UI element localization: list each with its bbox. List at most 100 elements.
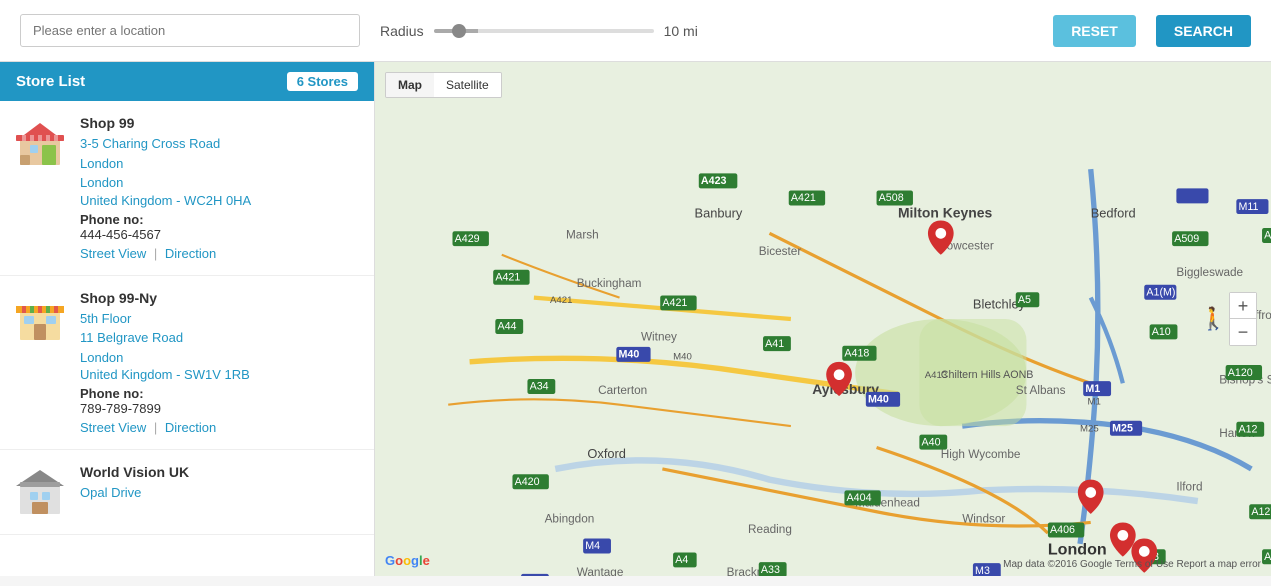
store-phone-2: 789-789-7899 bbox=[80, 401, 362, 416]
radius-value: 10 mi bbox=[664, 23, 704, 39]
svg-text:Bicester: Bicester bbox=[759, 245, 802, 258]
direction-link-2[interactable]: Direction bbox=[165, 420, 216, 435]
store-country-2: United Kingdom - SW1V 1RB bbox=[80, 367, 362, 382]
svg-text:M40: M40 bbox=[673, 352, 692, 363]
svg-text:Windsor: Windsor bbox=[962, 512, 1005, 525]
svg-text:Banbury: Banbury bbox=[695, 205, 743, 220]
store-address2-2: 11 Belgrave Road bbox=[80, 328, 362, 348]
svg-text:A10: A10 bbox=[1152, 326, 1171, 338]
svg-text:A40: A40 bbox=[922, 436, 941, 448]
store-icon-3 bbox=[12, 464, 68, 520]
store-address3-2: London bbox=[80, 348, 362, 368]
svg-text:A429: A429 bbox=[455, 233, 480, 245]
list-item: Shop 99 3-5 Charing Cross Road London Lo… bbox=[0, 101, 374, 276]
svg-text:Wantage: Wantage bbox=[577, 566, 624, 576]
svg-text:A420: A420 bbox=[515, 476, 540, 488]
store-count-badge: 6 Stores bbox=[287, 72, 358, 91]
svg-text:Bedford: Bedford bbox=[1091, 205, 1136, 220]
svg-text:Buckingham: Buckingham bbox=[577, 277, 642, 290]
store-links-1: Street View | Direction bbox=[80, 246, 362, 261]
store-phone-label-1: Phone no: bbox=[80, 212, 362, 227]
store-info-2: Shop 99-Ny 5th Floor 11 Belgrave Road Lo… bbox=[80, 290, 362, 436]
radius-slider[interactable] bbox=[434, 29, 654, 33]
svg-text:A421: A421 bbox=[495, 271, 520, 283]
map-tabs: Map Satellite bbox=[385, 72, 502, 98]
store-address3-1: London bbox=[80, 173, 362, 193]
svg-text:A41: A41 bbox=[765, 338, 784, 350]
store-info-3: World Vision UK Opal Drive bbox=[80, 464, 362, 503]
svg-text:Witney: Witney bbox=[641, 330, 677, 343]
svg-text:Oxford: Oxford bbox=[587, 446, 626, 461]
svg-text:A421: A421 bbox=[662, 297, 687, 309]
store-address2-1: London bbox=[80, 154, 362, 174]
radius-section: Radius 10 mi bbox=[380, 23, 704, 39]
svg-text:Carterton: Carterton bbox=[598, 384, 647, 397]
svg-text:A418: A418 bbox=[844, 347, 869, 359]
search-button[interactable]: SEARCH bbox=[1156, 15, 1251, 47]
svg-text:M1: M1 bbox=[1085, 383, 1100, 395]
svg-text:A508: A508 bbox=[879, 192, 904, 204]
list-item: Shop 99-Ny 5th Floor 11 Belgrave Road Lo… bbox=[0, 276, 374, 451]
store-list-panel: Store List 6 Stores bbox=[0, 62, 375, 576]
map-tab-map[interactable]: Map bbox=[386, 73, 434, 97]
street-view-person-icon[interactable]: 🚶 bbox=[1200, 306, 1227, 332]
svg-text:M11: M11 bbox=[1238, 201, 1258, 213]
svg-text:Marsh: Marsh bbox=[566, 229, 599, 242]
google-logo: Google bbox=[385, 553, 430, 568]
svg-text:A2: A2 bbox=[1264, 551, 1271, 563]
svg-text:A34: A34 bbox=[530, 381, 549, 393]
map-footer: Map data ©2016 Google Terms of Use Repor… bbox=[1003, 559, 1261, 570]
svg-text:M40: M40 bbox=[868, 394, 889, 406]
svg-text:A1(M): A1(M) bbox=[1146, 286, 1175, 298]
map-zoom-controls: + − bbox=[1229, 292, 1257, 346]
store-links-2: Street View | Direction bbox=[80, 420, 362, 435]
svg-text:St Albans: St Albans bbox=[1016, 384, 1066, 397]
svg-text:London: London bbox=[1048, 541, 1107, 559]
svg-text:A11: A11 bbox=[1264, 230, 1271, 242]
store-list-title: Store List bbox=[16, 73, 85, 90]
store-list-items: Shop 99 3-5 Charing Cross Road London Lo… bbox=[0, 101, 374, 576]
svg-text:M25: M25 bbox=[1080, 423, 1099, 434]
map-tab-satellite[interactable]: Satellite bbox=[434, 73, 501, 97]
svg-text:Abingdon: Abingdon bbox=[545, 512, 595, 525]
radius-label: Radius bbox=[380, 23, 424, 39]
svg-text:High Wycombe: High Wycombe bbox=[941, 448, 1021, 461]
store-name-1: Shop 99 bbox=[80, 115, 362, 131]
store-info-1: Shop 99 3-5 Charing Cross Road London Lo… bbox=[80, 115, 362, 261]
zoom-in-button[interactable]: + bbox=[1230, 293, 1256, 319]
store-name-2: Shop 99-Ny bbox=[80, 290, 362, 306]
svg-text:Biggleswade: Biggleswade bbox=[1176, 266, 1243, 279]
svg-text:A5: A5 bbox=[1018, 294, 1031, 306]
store-address1-1: 3-5 Charing Cross Road bbox=[80, 134, 362, 154]
map-container: M40 A421 M1 M25 A413 Milton Keynes Ayles… bbox=[375, 62, 1271, 576]
link-separator-1: | bbox=[154, 246, 157, 261]
store-icon-1 bbox=[12, 115, 68, 171]
main-content: Store List 6 Stores bbox=[0, 62, 1271, 576]
link-separator-2: | bbox=[154, 420, 157, 435]
svg-text:A404: A404 bbox=[847, 492, 872, 504]
svg-text:A33: A33 bbox=[761, 564, 780, 576]
store-phone-label-2: Phone no: bbox=[80, 386, 362, 401]
svg-text:A120: A120 bbox=[1228, 367, 1253, 379]
svg-text:A406: A406 bbox=[1050, 524, 1075, 536]
svg-text:M1: M1 bbox=[1087, 397, 1100, 408]
store-address1-3: Opal Drive bbox=[80, 483, 362, 503]
location-search-input[interactable] bbox=[20, 14, 360, 47]
svg-text:Chiltern Hills AONB: Chiltern Hills AONB bbox=[941, 369, 1034, 381]
zoom-out-button[interactable]: − bbox=[1230, 319, 1256, 345]
store-country-1: United Kingdom - WC2H 0HA bbox=[80, 193, 362, 208]
svg-text:A12: A12 bbox=[1238, 424, 1257, 436]
svg-text:Reading: Reading bbox=[748, 523, 792, 536]
svg-text:A4: A4 bbox=[675, 554, 688, 566]
svg-text:A127: A127 bbox=[1251, 506, 1271, 518]
direction-link-1[interactable]: Direction bbox=[165, 246, 216, 261]
svg-text:M25: M25 bbox=[1112, 422, 1133, 434]
reset-button[interactable]: RESET bbox=[1053, 15, 1136, 47]
list-item: World Vision UK Opal Drive bbox=[0, 450, 374, 535]
svg-text:A421: A421 bbox=[550, 295, 572, 306]
street-view-link-1[interactable]: Street View bbox=[80, 246, 146, 261]
svg-text:A421: A421 bbox=[791, 192, 816, 204]
store-name-3: World Vision UK bbox=[80, 464, 362, 480]
street-view-link-2[interactable]: Street View bbox=[80, 420, 146, 435]
store-icon-2 bbox=[12, 290, 68, 346]
